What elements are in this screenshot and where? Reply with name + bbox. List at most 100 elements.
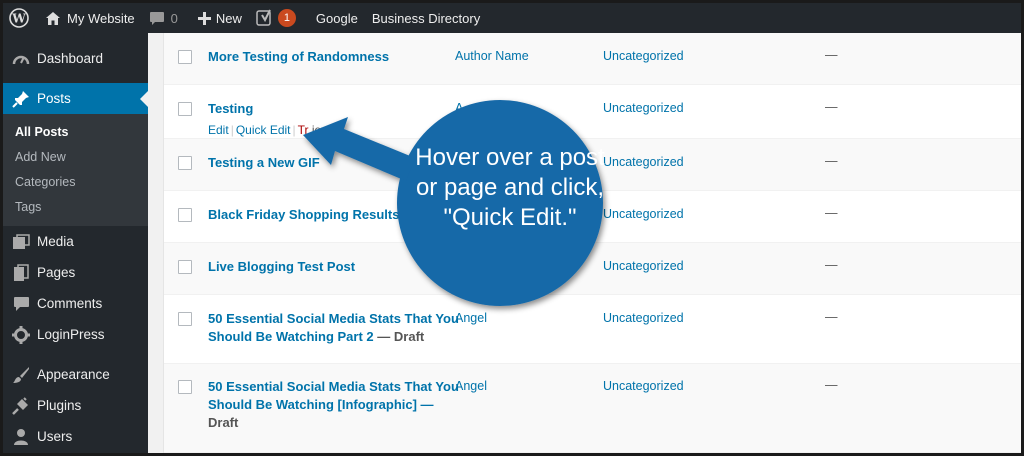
- post-title-line: Should Be Watching [Infographic] —: [208, 397, 434, 412]
- posts-table: More Testing of Randomness Author Name U…: [163, 33, 1021, 453]
- new-label: New: [215, 10, 242, 26]
- row-checkbox[interactable]: [178, 208, 192, 222]
- callout-text: Hover over a post or page and click, "Qu…: [415, 144, 605, 231]
- submenu-add-new[interactable]: Add New: [3, 145, 148, 170]
- post-title-line: 50 Essential Social Media Stats That You: [208, 379, 459, 394]
- post-author-link[interactable]: Angel: [455, 379, 487, 393]
- post-category-link[interactable]: Uncategorized: [603, 155, 684, 169]
- post-category-link[interactable]: Uncategorized: [603, 207, 684, 221]
- menu-dashboard[interactable]: Dashboard: [3, 43, 148, 74]
- menu-plugins-label: Plugins: [37, 398, 82, 413]
- post-category-link[interactable]: Uncategorized: [603, 49, 684, 63]
- row-actions: Edit | Quick Edit | Tr iew: [208, 123, 330, 137]
- admin-sidebar: Dashboard Posts All Posts Add New Catego…: [3, 33, 148, 453]
- table-row: 50 Essential Social Media Stats That You…: [164, 364, 1021, 453]
- row-checkbox[interactable]: [178, 260, 192, 274]
- menu-users[interactable]: Users: [3, 421, 148, 452]
- submenu-categories[interactable]: Categories: [3, 170, 148, 195]
- menu-comments-label: Comments: [37, 296, 103, 311]
- post-title-link[interactable]: Black Friday Shopping Results: [208, 206, 448, 224]
- table-row: More Testing of Randomness Author Name U…: [164, 33, 1021, 85]
- draft-status: — Draft: [377, 329, 425, 344]
- yoast-seo-menu[interactable]: 1: [249, 3, 303, 33]
- menu-comments[interactable]: Comments: [3, 288, 148, 319]
- plus-icon: [197, 11, 211, 25]
- quick-edit-link[interactable]: Quick Edit: [236, 123, 291, 137]
- post-category-link[interactable]: Uncategorized: [603, 379, 684, 393]
- menu-users-label: Users: [37, 429, 73, 444]
- menu-appearance-label: Appearance: [37, 367, 110, 382]
- post-title-link[interactable]: 50 Essential Social Media Stats That You…: [208, 378, 468, 432]
- new-content-link[interactable]: New: [191, 3, 249, 33]
- yoast-icon: [256, 9, 274, 27]
- post-category-link[interactable]: Uncategorized: [603, 259, 684, 273]
- table-row: Testing Edit | Quick Edit | Tr iew A Uncateg…: [164, 85, 1021, 139]
- post-tags: —: [825, 154, 838, 168]
- edit-link[interactable]: Edit: [208, 123, 229, 137]
- home-icon: [45, 11, 61, 26]
- post-category-link[interactable]: Uncategorized: [603, 101, 684, 115]
- trash-link[interactable]: Tr: [298, 123, 309, 137]
- row-checkbox[interactable]: [178, 156, 192, 170]
- plug-icon: [11, 396, 31, 416]
- post-tags: —: [825, 100, 838, 114]
- post-tags: —: [825, 206, 838, 220]
- row-checkbox[interactable]: [178, 102, 192, 116]
- post-tags: —: [825, 258, 838, 272]
- post-title-link[interactable]: 50 Essential Social Media Stats That You…: [208, 310, 468, 346]
- post-title-link[interactable]: More Testing of Randomness: [208, 48, 448, 66]
- submenu-tags[interactable]: Tags: [3, 195, 148, 220]
- user-icon: [11, 427, 31, 447]
- business-directory-link[interactable]: Business Directory: [365, 3, 487, 33]
- comments-count: 0: [170, 10, 178, 26]
- post-author-link[interactable]: Author Name: [455, 49, 529, 63]
- updates-badge: 1: [277, 9, 296, 27]
- site-name-link[interactable]: My Website: [38, 3, 142, 33]
- menu-loginpress[interactable]: LoginPress: [3, 319, 148, 350]
- menu-posts-label: Posts: [37, 91, 71, 106]
- post-title-link[interactable]: Live Blogging Test Post: [208, 258, 448, 276]
- menu-plugins[interactable]: Plugins: [3, 390, 148, 421]
- media-icon: [11, 232, 31, 252]
- post-author-link[interactable]: Angel: [455, 311, 487, 325]
- post-tags: —: [825, 310, 838, 324]
- draft-status: Draft: [208, 415, 239, 430]
- menu-posts[interactable]: Posts: [3, 83, 148, 114]
- menu-media-label: Media: [37, 234, 74, 249]
- menu-appearance[interactable]: Appearance: [3, 359, 148, 390]
- row-checkbox[interactable]: [178, 312, 192, 326]
- post-tags: —: [825, 378, 838, 392]
- post-author-link[interactable]: A: [455, 101, 463, 115]
- row-checkbox[interactable]: [178, 380, 192, 394]
- post-title-link[interactable]: Testing: [208, 100, 448, 118]
- post-tags: —: [825, 48, 838, 62]
- gear-icon: [11, 325, 31, 345]
- table-row: Live Blogging Test Post Uncategorized —: [164, 243, 1021, 295]
- post-title-link[interactable]: Testing a New GIF: [208, 154, 448, 172]
- site-name-label: My Website: [67, 10, 135, 26]
- google-link[interactable]: Google: [309, 3, 365, 33]
- view-link[interactable]: iew: [312, 123, 330, 137]
- post-title-line: 50 Essential Social Media Stats That You: [208, 311, 459, 326]
- post-category-link[interactable]: Uncategorized: [603, 311, 684, 325]
- svg-text:W: W: [11, 12, 26, 26]
- wordpress-logo-icon[interactable]: W: [3, 3, 38, 33]
- paintbrush-icon: [11, 365, 31, 385]
- post-title-line: Should Be Watching Part 2: [208, 329, 374, 344]
- posts-submenu: All Posts Add New Categories Tags: [3, 114, 148, 226]
- menu-dashboard-label: Dashboard: [37, 51, 104, 66]
- submenu-all-posts[interactable]: All Posts: [3, 120, 148, 145]
- table-row: 50 Essential Social Media Stats That You…: [164, 295, 1021, 364]
- comments-link[interactable]: 0: [142, 3, 185, 33]
- pushpin-icon: [11, 89, 31, 109]
- menu-pages-label: Pages: [37, 265, 76, 280]
- menu-pages[interactable]: Pages: [3, 257, 148, 288]
- menu-loginpress-label: LoginPress: [37, 327, 105, 342]
- dashboard-gauge-icon: [11, 49, 31, 69]
- screenshot-frame: W My Website 0 New 1 Google Business Dir…: [0, 0, 1024, 456]
- comment-bubble-icon: [149, 11, 165, 26]
- row-checkbox[interactable]: [178, 50, 192, 64]
- comments-icon: [11, 294, 31, 314]
- menu-media[interactable]: Media: [3, 226, 148, 257]
- admin-bar: W My Website 0 New 1 Google Business Dir…: [3, 3, 1021, 33]
